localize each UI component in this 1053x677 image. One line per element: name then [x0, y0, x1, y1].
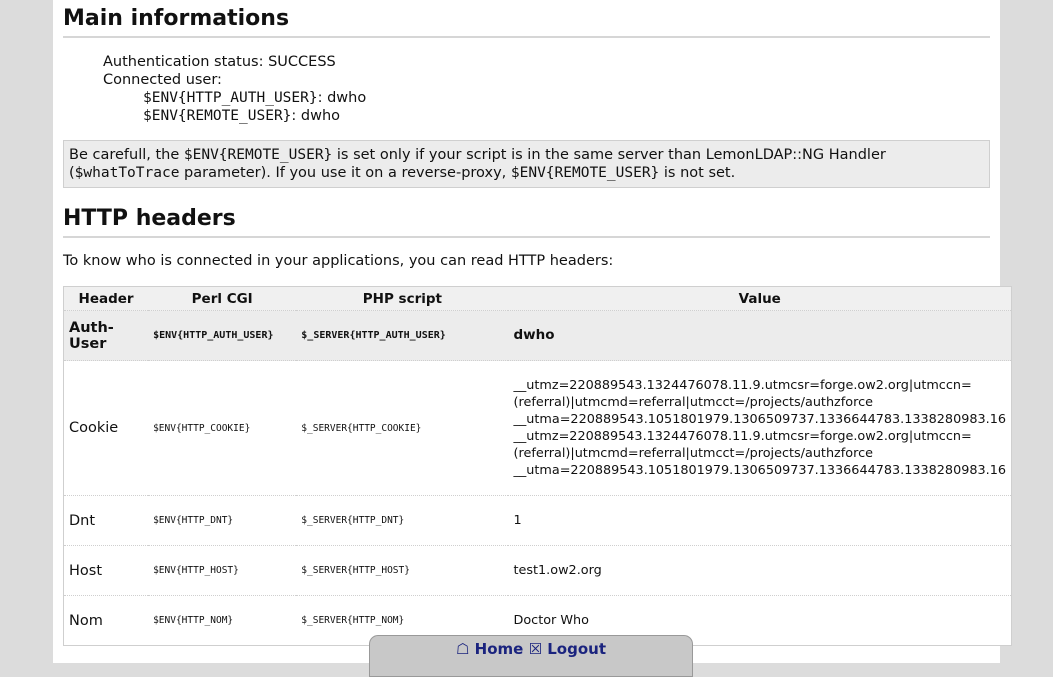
connected-user-label: Connected user:	[103, 72, 222, 88]
table-row: Host $ENV{HTTP_HOST} $_SERVER{HTTP_HOST}…	[63, 545, 1012, 596]
cookie-line: __utma=220889543.1051801979.1306509737.1…	[513, 463, 1006, 478]
table-header-row: Header Perl CGI PHP script Value	[63, 286, 1012, 311]
column-header: PHP script	[296, 286, 509, 311]
warning-note: Be carefull, the $ENV{REMOTE_USER} is se…	[63, 140, 990, 188]
header-value: __utmz=220889543.1324476078.11.9.utmcsr=…	[508, 360, 1012, 496]
logout-icon: ☒	[528, 640, 543, 658]
auth-status: Authentication status: SUCCESS	[103, 54, 336, 70]
http-headers-heading: HTTP headers	[63, 204, 990, 238]
remote-user-value: : dwho	[291, 108, 341, 124]
main-informations-heading: Main informations	[63, 4, 990, 38]
cookie-line: (referral)|utmcmd=referral|utmcct=/proje…	[513, 446, 873, 461]
note-var: $whatToTrace	[74, 165, 180, 181]
cookie-line: __utmz=220889543.1324476078.11.9.utmcsr=…	[513, 429, 972, 444]
note-text: Be carefull, the	[69, 147, 184, 163]
table-row: Auth-User $ENV{HTTP_AUTH_USER} $_SERVER{…	[63, 310, 1012, 361]
column-header: Perl CGI	[148, 286, 297, 311]
header-name: Auth-User	[63, 310, 149, 361]
header-name: Cookie	[63, 360, 149, 496]
home-link[interactable]: ☖ Home	[456, 640, 523, 658]
header-name: Dnt	[63, 495, 149, 546]
header-value: test1.ow2.org	[508, 545, 1012, 596]
cookie-line: (referral)|utmcmd=referral|utmcct=/proje…	[513, 395, 873, 410]
table-row: Dnt $ENV{HTTP_DNT} $_SERVER{HTTP_DNT} 1	[63, 495, 1012, 546]
auth-user-value: : dwho	[317, 90, 367, 106]
perl-var: $ENV{HTTP_DNT}	[148, 495, 297, 546]
php-var: $_SERVER{HTTP_AUTH_USER}	[296, 310, 509, 361]
table-row: Cookie $ENV{HTTP_COOKIE} $_SERVER{HTTP_C…	[63, 360, 1012, 496]
perl-var: $ENV{HTTP_COOKIE}	[148, 360, 297, 496]
remote-user-var: $ENV{REMOTE_USER}	[143, 108, 292, 124]
php-var: $_SERVER{HTTP_DNT}	[296, 495, 509, 546]
home-icon: ☖	[455, 640, 470, 658]
perl-var: $ENV{HTTP_AUTH_USER}	[148, 310, 297, 361]
headers-intro: To know who is connected in your applica…	[63, 253, 614, 269]
note-text: is not set.	[659, 165, 736, 181]
bottom-dock: ☖ Home ☒ Logout	[369, 635, 693, 677]
remote-user-line: $ENV{REMOTE_USER}: dwho	[103, 107, 366, 125]
auth-user-var: $ENV{HTTP_AUTH_USER}	[143, 90, 318, 106]
cookie-line: __utma=220889543.1051801979.1306509737.1…	[513, 412, 1006, 427]
header-name: Nom	[63, 595, 149, 646]
cookie-line: __utmz=220889543.1324476078.11.9.utmcsr=…	[513, 378, 972, 393]
column-header: Header	[63, 286, 149, 311]
note-text: parameter). If you use it on a reverse-p…	[179, 165, 511, 181]
note-var: $ENV{REMOTE_USER}	[510, 165, 660, 181]
header-value: dwho	[508, 310, 1012, 361]
column-header: Value	[508, 286, 1012, 311]
headers-table: Header Perl CGI PHP script Value Auth-Us…	[63, 286, 1012, 646]
logout-link[interactable]: ☒ Logout	[529, 640, 606, 658]
logout-label: Logout	[547, 640, 607, 658]
header-name: Host	[63, 545, 149, 596]
perl-var: $ENV{HTTP_HOST}	[148, 545, 297, 596]
auth-user-line: $ENV{HTTP_AUTH_USER}: dwho	[103, 89, 366, 107]
home-label: Home	[474, 640, 524, 658]
php-var: $_SERVER{HTTP_COOKIE}	[296, 360, 509, 496]
note-var: $ENV{REMOTE_USER}	[183, 147, 333, 163]
header-value: 1	[508, 495, 1012, 546]
perl-var: $ENV{HTTP_NOM}	[148, 595, 297, 646]
php-var: $_SERVER{HTTP_HOST}	[296, 545, 509, 596]
auth-info: Authentication status: SUCCESS Connected…	[103, 53, 366, 125]
